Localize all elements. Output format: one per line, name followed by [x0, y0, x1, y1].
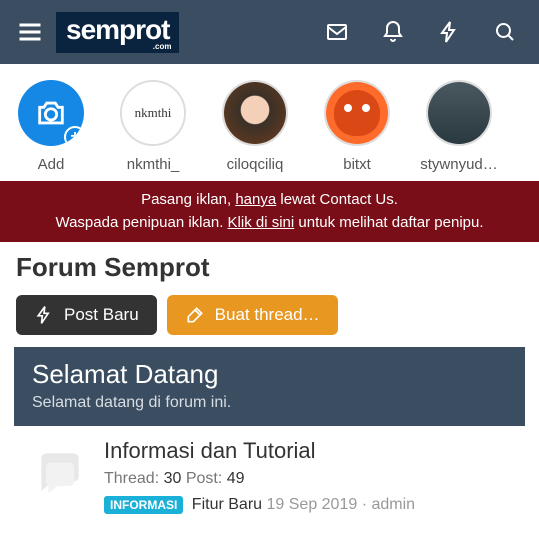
- bolt-icon: [437, 20, 461, 44]
- announcement-banner: Pasang iklan, hanya lewat Contact Us. Wa…: [0, 181, 539, 242]
- story-item[interactable]: nkmthi nkmthi_: [114, 80, 192, 173]
- envelope-icon: [325, 20, 349, 44]
- thread-tag: INFORMASI: [104, 496, 183, 514]
- banner-link-hanya[interactable]: hanya: [235, 191, 276, 208]
- app-header: semprot .com: [0, 0, 539, 64]
- button-label: Post Baru: [64, 305, 139, 325]
- activity-button[interactable]: [423, 10, 475, 54]
- story-avatar: [222, 80, 288, 146]
- story-item[interactable]: ciloqciliq: [216, 80, 294, 173]
- stories-row: + Add nkmthi nkmthi_ ciloqciliq bitxt st…: [0, 64, 539, 181]
- story-item[interactable]: stywnyud…: [420, 80, 498, 173]
- logo-text: semprot: [66, 14, 169, 45]
- forum-section[interactable]: Informasi dan Tutorial Thread: 30 Post: …: [14, 426, 525, 526]
- thread-title[interactable]: Fitur Baru: [192, 496, 262, 513]
- camera-icon: [34, 96, 68, 130]
- add-story-circle: +: [18, 80, 84, 146]
- bolt-icon: [34, 305, 54, 325]
- welcome-title: Selamat Datang: [32, 359, 507, 390]
- edit-icon: [185, 305, 205, 325]
- logo-domain: .com: [153, 42, 172, 51]
- story-label: Add: [12, 156, 90, 173]
- menu-button[interactable]: [8, 10, 52, 54]
- story-avatar: nkmthi: [120, 80, 186, 146]
- search-icon: [493, 20, 517, 44]
- chat-icon: [32, 444, 88, 500]
- plus-icon: +: [64, 126, 84, 146]
- buat-thread-button[interactable]: Buat thread…: [167, 295, 338, 335]
- welcome-subtitle: Selamat datang di forum ini.: [32, 394, 507, 412]
- latest-thread: INFORMASI Fitur Baru 19 Sep 2019 · admin: [104, 496, 507, 514]
- post-baru-button[interactable]: Post Baru: [16, 295, 157, 335]
- bell-icon: [381, 20, 405, 44]
- banner-text: lewat Contact Us.: [276, 191, 398, 208]
- notifications-button[interactable]: [367, 10, 419, 54]
- story-label: bitxt: [318, 156, 396, 173]
- action-buttons: Post Baru Buat thread…: [0, 289, 539, 347]
- story-add[interactable]: + Add: [12, 80, 90, 173]
- section-title: Informasi dan Tutorial: [104, 438, 507, 464]
- messages-button[interactable]: [311, 10, 363, 54]
- section-stats: Thread: 30 Post: 49: [104, 470, 507, 488]
- button-label: Buat thread…: [215, 305, 320, 325]
- site-logo[interactable]: semprot .com: [56, 12, 179, 53]
- page-title: Forum Semprot: [0, 242, 539, 289]
- story-avatar: [426, 80, 492, 146]
- banner-text: Pasang iklan,: [141, 191, 235, 208]
- story-label: stywnyud…: [420, 156, 498, 173]
- story-label: ciloqciliq: [216, 156, 294, 173]
- thread-date: 19 Sep 2019: [267, 496, 358, 513]
- hamburger-icon: [16, 18, 44, 46]
- story-item[interactable]: bitxt: [318, 80, 396, 173]
- search-button[interactable]: [479, 10, 531, 54]
- banner-text: untuk melihat daftar penipu.: [294, 214, 483, 231]
- story-label: nkmthi_: [114, 156, 192, 173]
- thread-author[interactable]: admin: [371, 496, 415, 513]
- banner-text: Waspada penipuan iklan.: [55, 214, 227, 231]
- banner-link-klik[interactable]: Klik di sini: [228, 214, 295, 231]
- welcome-panel: Selamat Datang Selamat datang di forum i…: [14, 347, 525, 426]
- story-avatar: [324, 80, 390, 146]
- avatar-text: nkmthi: [122, 82, 184, 144]
